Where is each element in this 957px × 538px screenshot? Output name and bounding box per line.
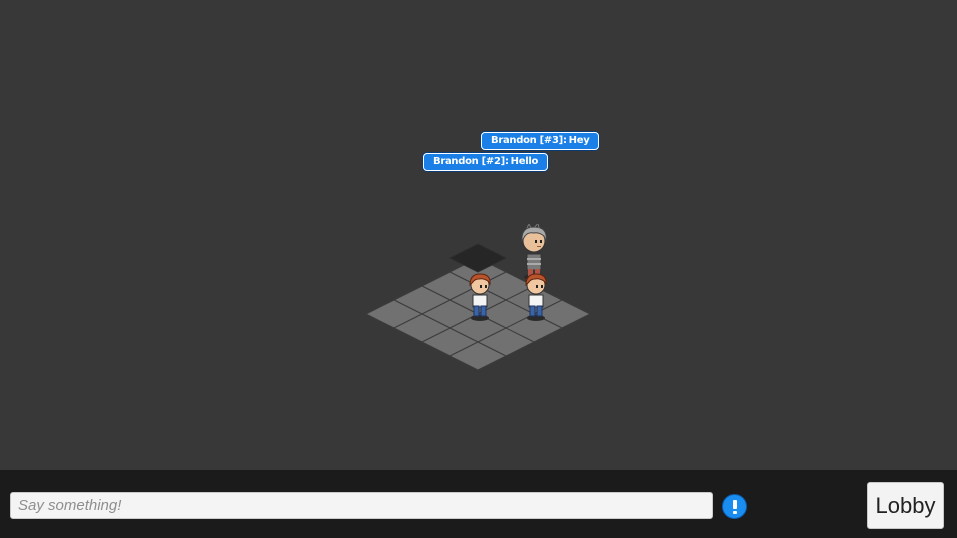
info-button[interactable] — [722, 494, 747, 519]
room-floor — [364, 243, 592, 371]
chat-bubble-brandon-2: Brandon [#2]: Hello — [423, 153, 549, 171]
bottom-toolbar: Lobby — [0, 470, 957, 538]
chat-bubble-brandon-3: Brandon [#3]: Hey — [481, 132, 600, 150]
red-haired-avatar-left[interactable] — [467, 273, 493, 321]
game-room-viewport[interactable]: Brandon [#3]: Hey Brandon [#2]: Hello — [0, 0, 957, 470]
gray-haired-avatar[interactable] — [517, 224, 551, 280]
chat-input[interactable] — [10, 492, 713, 519]
exclamation-icon — [732, 499, 737, 514]
chat-bubble-user: Brandon [#2] — [433, 156, 505, 167]
chat-bubble-text: Hello — [510, 156, 539, 167]
lobby-button[interactable]: Lobby — [867, 482, 944, 529]
chat-bubble-text: Hey — [568, 135, 590, 146]
chat-bubble-user: Brandon [#3] — [491, 135, 563, 146]
red-haired-avatar-right[interactable] — [523, 273, 549, 321]
